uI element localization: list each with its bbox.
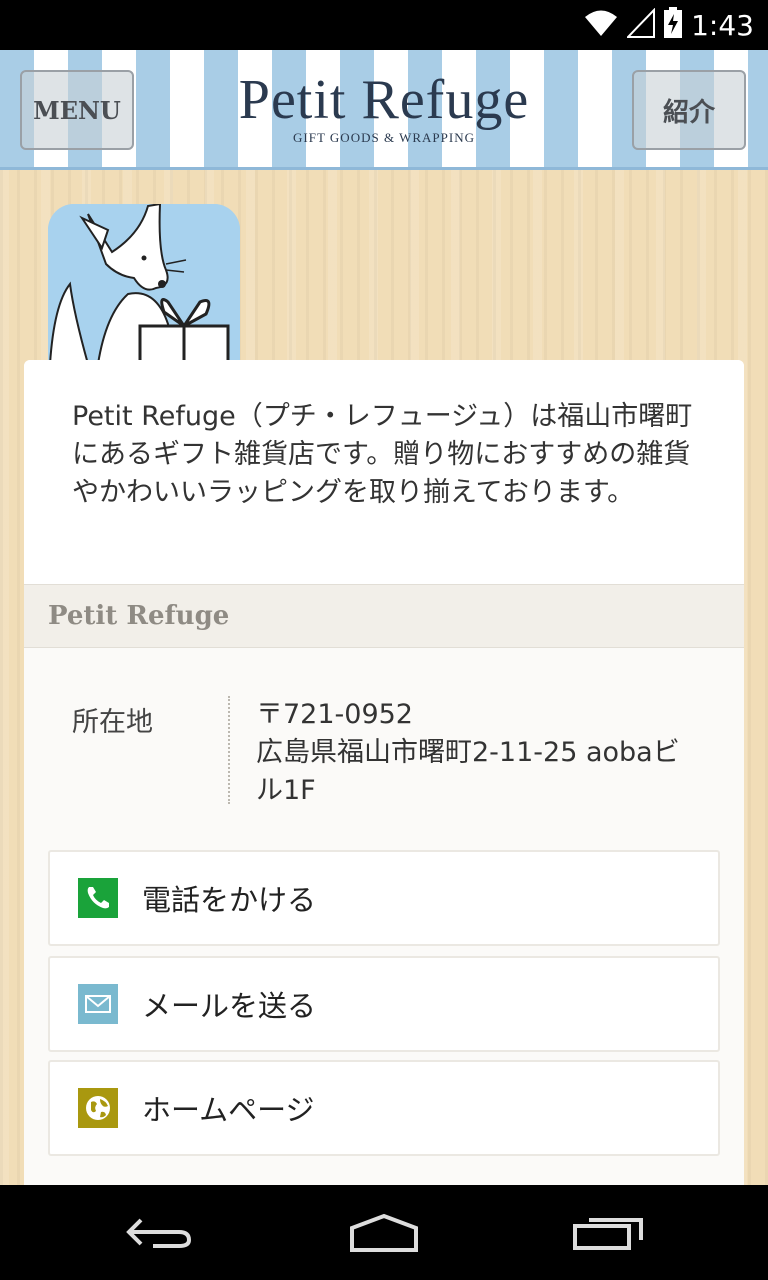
address-value: 〒721-0952 広島県福山市曙町2-11-25 aobaビル1F xyxy=(256,696,696,810)
fox-illustration xyxy=(48,204,240,364)
shop-info-card: Petit Refuge（プチ・レフュージュ）は福山市曙町にあるギフト雑貨店です… xyxy=(24,360,744,1190)
address-label: 所在地 xyxy=(72,707,153,738)
email-label: メールを送る xyxy=(142,989,317,1023)
postal-code: 〒721-0952 xyxy=(256,699,413,730)
wifi-icon xyxy=(583,8,619,42)
call-button[interactable]: 電話をかける xyxy=(48,850,720,946)
homepage-label: ホームページ xyxy=(142,1093,315,1127)
street-address: 広島県福山市曙町2-11-25 aobaビル1F xyxy=(256,737,680,806)
call-label: 電話をかける xyxy=(142,883,317,917)
navigation-bar xyxy=(0,1185,768,1280)
shop-description: Petit Refuge（プチ・レフュージュ）は福山市曙町にあるギフト雑貨店です… xyxy=(24,360,744,584)
signal-icon xyxy=(625,7,656,42)
status-icons: 1:43 xyxy=(583,6,754,44)
email-button[interactable]: メールを送る xyxy=(48,956,720,1052)
address-divider xyxy=(228,696,230,804)
mail-icon xyxy=(78,984,118,1024)
homepage-button[interactable]: ホームページ xyxy=(48,1060,720,1156)
section-title: Petit Refuge xyxy=(24,584,744,648)
app-header: MENU Petit Refuge GIFT GOODS & WRAPPING … xyxy=(0,50,768,170)
shop-image xyxy=(48,204,240,364)
battery-icon xyxy=(663,7,683,43)
status-time: 1:43 xyxy=(691,8,754,42)
recent-apps-icon[interactable] xyxy=(554,1207,664,1257)
home-icon[interactable] xyxy=(329,1207,439,1257)
intro-button[interactable]: 紹介 xyxy=(632,70,746,150)
phone-icon xyxy=(78,878,118,918)
status-bar: 1:43 xyxy=(0,0,768,50)
back-icon[interactable] xyxy=(104,1207,214,1257)
globe-icon xyxy=(78,1088,118,1128)
